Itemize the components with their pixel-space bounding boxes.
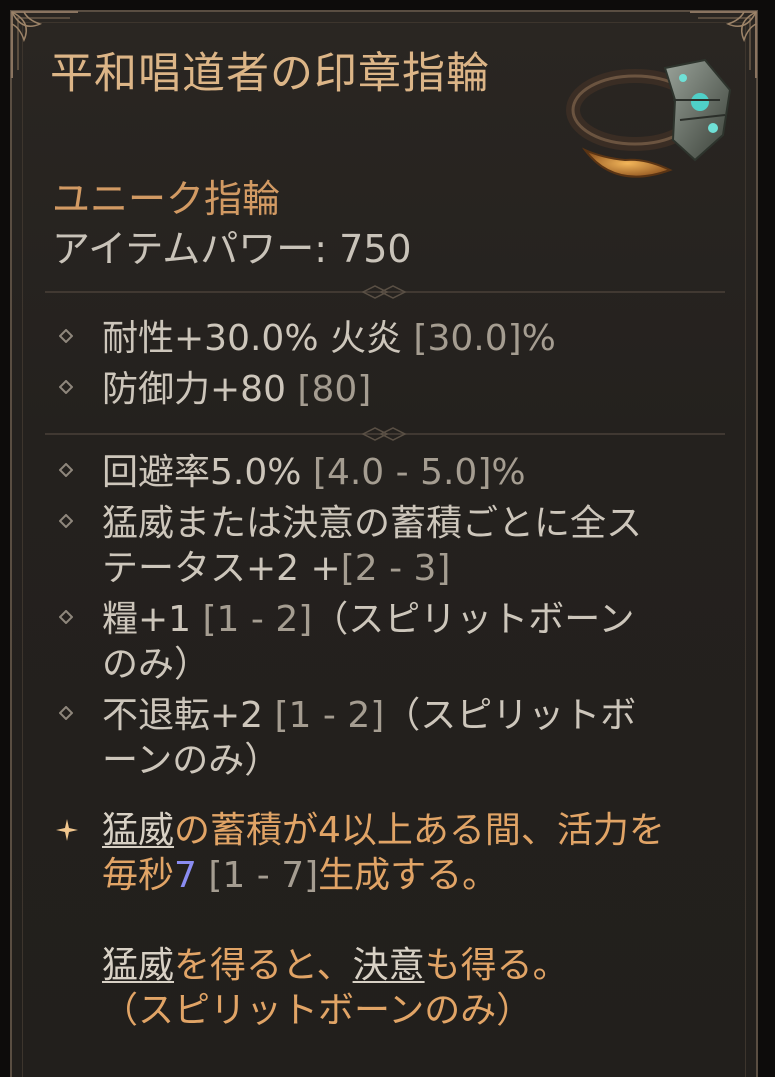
power-value: 7 [174, 855, 197, 896]
diamond-bullet-icon [59, 380, 73, 394]
implicit-stat: 防御力+80 [80] [55, 367, 735, 412]
keyword-link[interactable]: 決意 [353, 945, 425, 986]
star-bullet-icon [56, 819, 78, 841]
section-divider [45, 427, 725, 441]
implicit-stats: 耐性+30.0% 火炎 [30.0]% 防御力+80 [80] [55, 316, 735, 418]
implicit-stat: 耐性+30.0% 火炎 [30.0]% [55, 316, 735, 361]
section-divider [45, 285, 725, 299]
diamond-bullet-icon [59, 514, 73, 528]
ring-icon [566, 58, 732, 178]
item-name: 平和唱道者の印章指輪 [50, 49, 490, 99]
affix: 糧+1 [1 - 2]（スピリットボーンのみ） [55, 597, 645, 687]
unique-power: 猛威の蓄積が4以上ある間、活力を毎秒7 [1 - 7]生成する。 猛威を得ると、… [55, 808, 675, 1033]
item-power: アイテムパワー: 750 [52, 227, 412, 271]
diamond-bullet-icon [59, 463, 73, 477]
diamond-bullet-icon [59, 706, 73, 720]
keyword-link[interactable]: 猛威 [102, 810, 174, 851]
keyword-link[interactable]: 猛威 [102, 945, 174, 986]
affix: 不退転+2 [1 - 2]（スピリットボーンのみ） [55, 693, 645, 783]
affix-list: 回避率5.0% [4.0 - 5.0]% 猛威または決意の蓄積ごとに全ステータス… [55, 450, 645, 789]
item-rarity: ユニーク指輪 [52, 177, 281, 221]
affix: 猛威または決意の蓄積ごとに全ステータス+2 +[2 - 3] [55, 501, 645, 591]
diamond-bullet-icon [59, 329, 73, 343]
affix: 回避率5.0% [4.0 - 5.0]% [55, 450, 645, 495]
diamond-bullet-icon [59, 610, 73, 624]
